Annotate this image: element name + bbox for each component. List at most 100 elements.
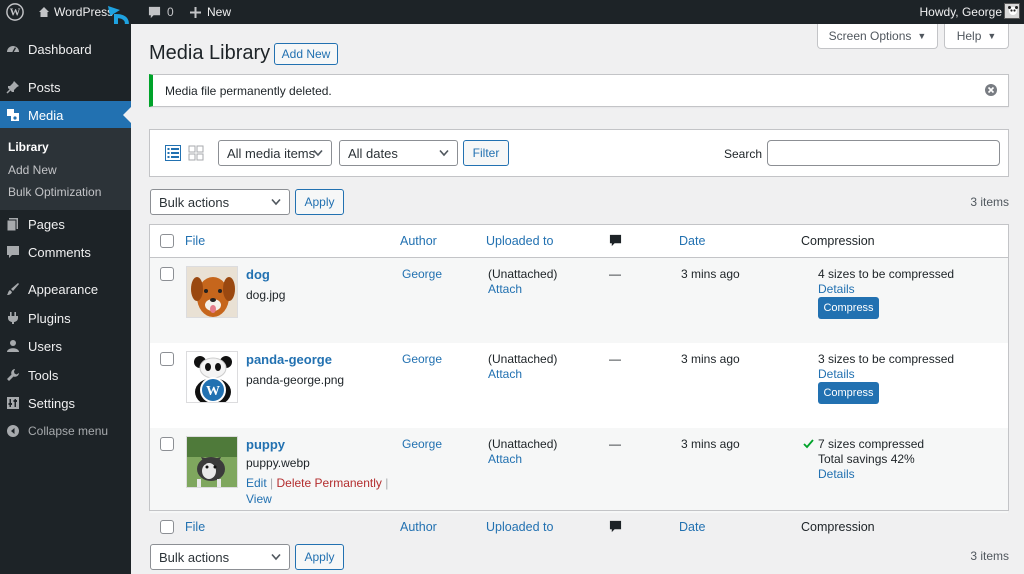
comments-count: — xyxy=(609,437,621,451)
row-checkbox[interactable] xyxy=(160,437,174,451)
success-notice: Media file permanently deleted. xyxy=(149,74,1009,107)
date-select[interactable]: All dates xyxy=(339,140,458,166)
media-filename: puppy.webp xyxy=(246,456,310,470)
table-header: File Author Uploaded to Date Compression xyxy=(150,225,1008,258)
bulk-actions-select-top[interactable]: Bulk actions xyxy=(150,189,290,215)
attach-link[interactable]: Attach xyxy=(488,282,522,296)
column-date[interactable]: Date xyxy=(679,234,705,248)
column-author[interactable]: Author xyxy=(400,520,437,534)
search-input[interactable] xyxy=(767,140,1000,166)
media-submenu: Library Add New Bulk Optimization xyxy=(0,128,131,210)
panda-george-thumbnail[interactable]: W xyxy=(186,351,238,403)
settings-sliders-icon xyxy=(6,396,20,410)
media-title-link[interactable]: dog xyxy=(246,267,270,282)
comments-column-icon[interactable] xyxy=(609,234,622,247)
separator: | xyxy=(385,476,389,490)
column-uploaded-to[interactable]: Uploaded to xyxy=(486,520,553,534)
details-link[interactable]: Details xyxy=(818,282,855,296)
upload-date: 3 mins ago xyxy=(681,437,740,451)
details-link[interactable]: Details xyxy=(818,367,855,381)
filter-button[interactable]: Filter xyxy=(463,140,509,166)
sidebar-item-media[interactable]: Media xyxy=(0,101,131,129)
select-all-checkbox[interactable] xyxy=(160,234,174,248)
help-button[interactable]: Help ▼ xyxy=(944,24,1009,49)
sidebar-item-label: Users xyxy=(28,338,62,354)
total-savings: Total savings 42% xyxy=(818,452,915,466)
media-icon xyxy=(6,108,20,122)
help-label: Help xyxy=(956,29,982,43)
home-icon[interactable] xyxy=(38,0,50,24)
grid-view-icon[interactable] xyxy=(188,145,204,164)
comments-icon xyxy=(6,245,20,259)
apply-button-top[interactable]: Apply xyxy=(295,189,344,215)
select-all-checkbox[interactable] xyxy=(160,520,174,534)
page-title: Media Library xyxy=(149,42,271,64)
sidebar-item-appearance[interactable]: Appearance xyxy=(0,275,131,303)
compress-button[interactable]: Compress xyxy=(818,382,879,404)
table-row: dog dog.jpg George (Unattached) Attach —… xyxy=(150,258,1008,343)
compression-status: 4 sizes to be compressed xyxy=(818,267,955,281)
dismiss-icon[interactable] xyxy=(984,83,998,97)
checkmark-icon xyxy=(803,439,814,449)
view-link[interactable]: View xyxy=(246,492,272,506)
delete-permanently-link[interactable]: Delete Permanently xyxy=(277,476,382,490)
main-content: Screen Options ▼ Help ▼ Media Library Ad… xyxy=(131,24,1024,574)
howdy-label: Howdy, George xyxy=(919,5,1002,19)
submenu-add-new[interactable]: Add New xyxy=(8,163,57,177)
sidebar-item-posts[interactable]: Posts xyxy=(0,73,131,101)
pages-icon xyxy=(6,217,20,231)
comments-column-icon[interactable] xyxy=(609,520,622,533)
row-checkbox[interactable] xyxy=(160,352,174,366)
author-link[interactable]: George xyxy=(402,437,442,451)
compress-button[interactable]: Compress xyxy=(818,297,879,319)
sidebar-item-label: Appearance xyxy=(28,281,99,297)
sidebar-item-dashboard[interactable]: Dashboard xyxy=(0,35,131,63)
pushpin-icon xyxy=(6,80,20,94)
puppy-thumbnail[interactable] xyxy=(186,436,238,488)
avatar[interactable] xyxy=(1004,3,1020,19)
chevron-down-icon xyxy=(271,553,281,561)
sidebar-item-tools[interactable]: Tools xyxy=(0,361,131,389)
svg-text:W: W xyxy=(206,384,220,399)
attach-link[interactable]: Attach xyxy=(488,452,522,466)
screen-options-button[interactable]: Screen Options ▼ xyxy=(817,24,938,49)
list-view-icon[interactable] xyxy=(165,145,181,164)
column-author[interactable]: Author xyxy=(400,234,437,248)
media-type-select[interactable]: All media items xyxy=(218,140,332,166)
separator: | xyxy=(270,476,274,490)
details-link[interactable]: Details xyxy=(818,467,855,481)
column-file[interactable]: File xyxy=(185,234,205,248)
submenu-library[interactable]: Library xyxy=(8,140,49,154)
bulk-actions-select-bottom[interactable]: Bulk actions xyxy=(150,544,290,570)
sidebar-item-users[interactable]: Users xyxy=(0,332,131,360)
submenu-bulk-optimization[interactable]: Bulk Optimization xyxy=(8,185,101,199)
attach-link[interactable]: Attach xyxy=(488,367,522,381)
paintbrush-icon xyxy=(6,282,20,296)
edit-link[interactable]: Edit xyxy=(246,476,267,490)
add-new-button[interactable]: Add New xyxy=(274,43,338,65)
media-title-link[interactable]: puppy xyxy=(246,437,285,452)
media-title-link[interactable]: panda-george xyxy=(246,352,332,367)
row-checkbox[interactable] xyxy=(160,267,174,281)
author-link[interactable]: George xyxy=(402,267,442,281)
adminbar-comments[interactable]: 0 xyxy=(148,0,174,24)
comments-count: — xyxy=(609,352,621,366)
apply-button-bottom[interactable]: Apply xyxy=(295,544,344,570)
bulk-actions-value: Bulk actions xyxy=(159,194,230,210)
sidebar-item-comments[interactable]: Comments xyxy=(0,238,131,266)
column-compression: Compression xyxy=(801,234,875,248)
howdy-account[interactable]: Howdy, George xyxy=(920,0,1002,24)
sidebar-item-settings[interactable]: Settings xyxy=(0,389,131,417)
sidebar-item-pages[interactable]: Pages xyxy=(0,210,131,238)
adminbar-new[interactable]: New xyxy=(190,0,231,24)
column-date[interactable]: Date xyxy=(679,520,705,534)
column-file[interactable]: File xyxy=(185,520,205,534)
column-compression: Compression xyxy=(801,520,875,534)
column-uploaded-to[interactable]: Uploaded to xyxy=(486,234,553,248)
author-link[interactable]: George xyxy=(402,352,442,366)
sidebar-item-plugins[interactable]: Plugins xyxy=(0,304,131,332)
notice-text: Media file permanently deleted. xyxy=(165,84,332,98)
dog-thumbnail[interactable] xyxy=(186,266,238,318)
wordpress-logo-icon[interactable]: W xyxy=(6,0,24,24)
collapse-menu-button[interactable]: Collapse menu xyxy=(0,417,131,445)
